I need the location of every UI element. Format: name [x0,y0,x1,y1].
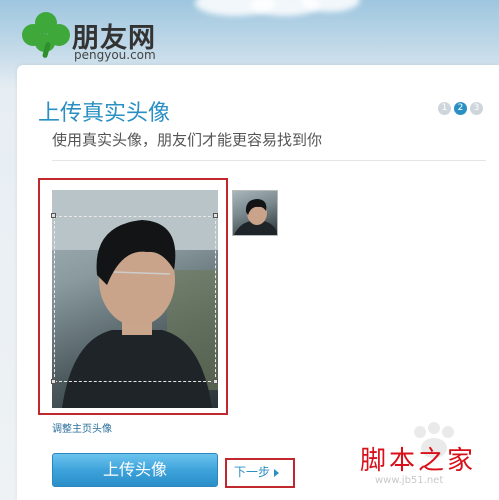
watermark-url: www.jb51.net [375,475,444,486]
avatar-preview-thumbnail [232,190,278,236]
step-indicator: 1 2 3 [438,102,483,116]
brand-domain: pengyou.com [74,48,156,62]
upload-avatar-button[interactable]: 上传头像 [52,453,218,487]
next-step-link[interactable]: 下一步 [234,463,280,480]
step-1: 1 [438,102,451,115]
clover-logo-icon [22,12,70,60]
page-subtitle: 使用真实头像，朋友们才能更容易找到你 [52,131,323,149]
avatar-caption: 调整主页头像 [52,424,112,435]
brand-logo[interactable]: 朋友网 pengyou.com [22,12,172,62]
step-3: 3 [470,102,483,115]
step-2: 2 [454,102,467,115]
arrow-right-icon [274,468,280,477]
page-title: 上传真实头像 [38,101,171,126]
divider [52,160,486,161]
watermark-text: 脚本之家 [360,446,477,476]
next-step-label: 下一步 [234,465,271,479]
highlight-box-avatar [38,178,228,415]
